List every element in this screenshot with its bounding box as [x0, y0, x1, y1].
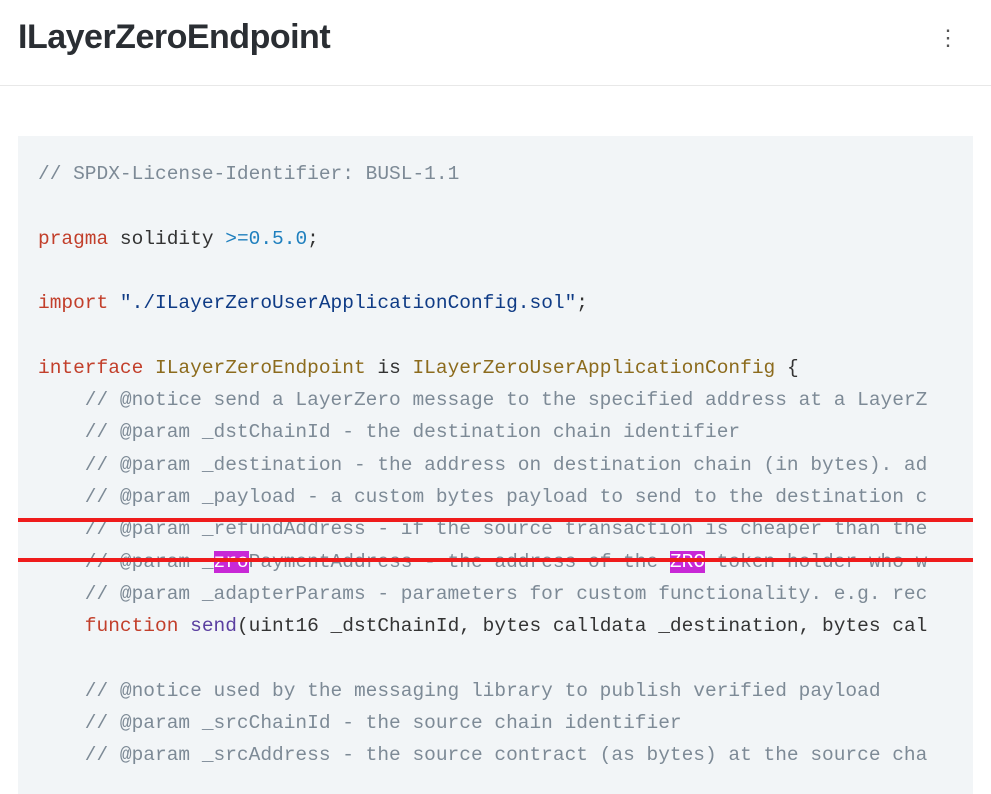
source-code: // SPDX-License-Identifier: BUSL-1.1 pra…	[18, 136, 973, 794]
highlight-zro-upper: ZRO	[670, 551, 705, 573]
highlight-zro-lower: zro	[214, 551, 249, 573]
semicolon: ;	[576, 292, 588, 314]
comment-notice-1: // @notice send a LayerZero message to t…	[85, 389, 928, 411]
text-is: is	[366, 357, 413, 379]
function-signature: (uint16 _dstChainId, bytes calldata _des…	[237, 615, 927, 637]
comment-param-5b: PaymentAddress - the address of the	[249, 551, 670, 573]
text-solidity: solidity	[108, 228, 225, 250]
semicolon: ;	[307, 228, 319, 250]
comment-param-4: // @param _refundAddress - if the source…	[85, 518, 928, 540]
comment-param-5c: token holder who w	[705, 551, 927, 573]
type-name: ILayerZeroEndpoint	[155, 357, 366, 379]
page-header: ILayerZeroEndpoint ⋮	[0, 0, 991, 86]
version-literal: 0.5.0	[249, 228, 308, 250]
comment-param-2: // @param _destination - the address on …	[85, 454, 928, 476]
operator-gte: >=	[225, 228, 248, 250]
keyword-interface: interface	[38, 357, 143, 379]
comment-param-7: // @param _srcChainId - the source chain…	[85, 712, 682, 734]
comment-param-8: // @param _srcAddress - the source contr…	[85, 744, 928, 766]
type-parent: ILayerZeroUserApplicationConfig	[412, 357, 775, 379]
keyword-function: function	[85, 615, 179, 637]
comment-notice-2: // @notice used by the messaging library…	[85, 680, 881, 702]
comment-param-6: // @param _adapterParams - parameters fo…	[85, 583, 928, 605]
comment-param-1: // @param _dstChainId - the destination …	[85, 421, 740, 443]
import-path: "./ILayerZeroUserApplicationConfig.sol"	[120, 292, 576, 314]
comment-param-5a: // @param _	[85, 551, 214, 573]
brace-open: {	[775, 357, 798, 379]
function-name: send	[190, 615, 237, 637]
keyword-pragma: pragma	[38, 228, 108, 250]
comment-param-3: // @param _payload - a custom bytes payl…	[85, 486, 928, 508]
keyword-import: import	[38, 292, 108, 314]
code-block: // SPDX-License-Identifier: BUSL-1.1 pra…	[18, 136, 973, 794]
more-menu-button[interactable]: ⋮	[929, 23, 967, 53]
page-title: ILayerZeroEndpoint	[18, 18, 330, 57]
comment-spdx: // SPDX-License-Identifier: BUSL-1.1	[38, 163, 459, 185]
